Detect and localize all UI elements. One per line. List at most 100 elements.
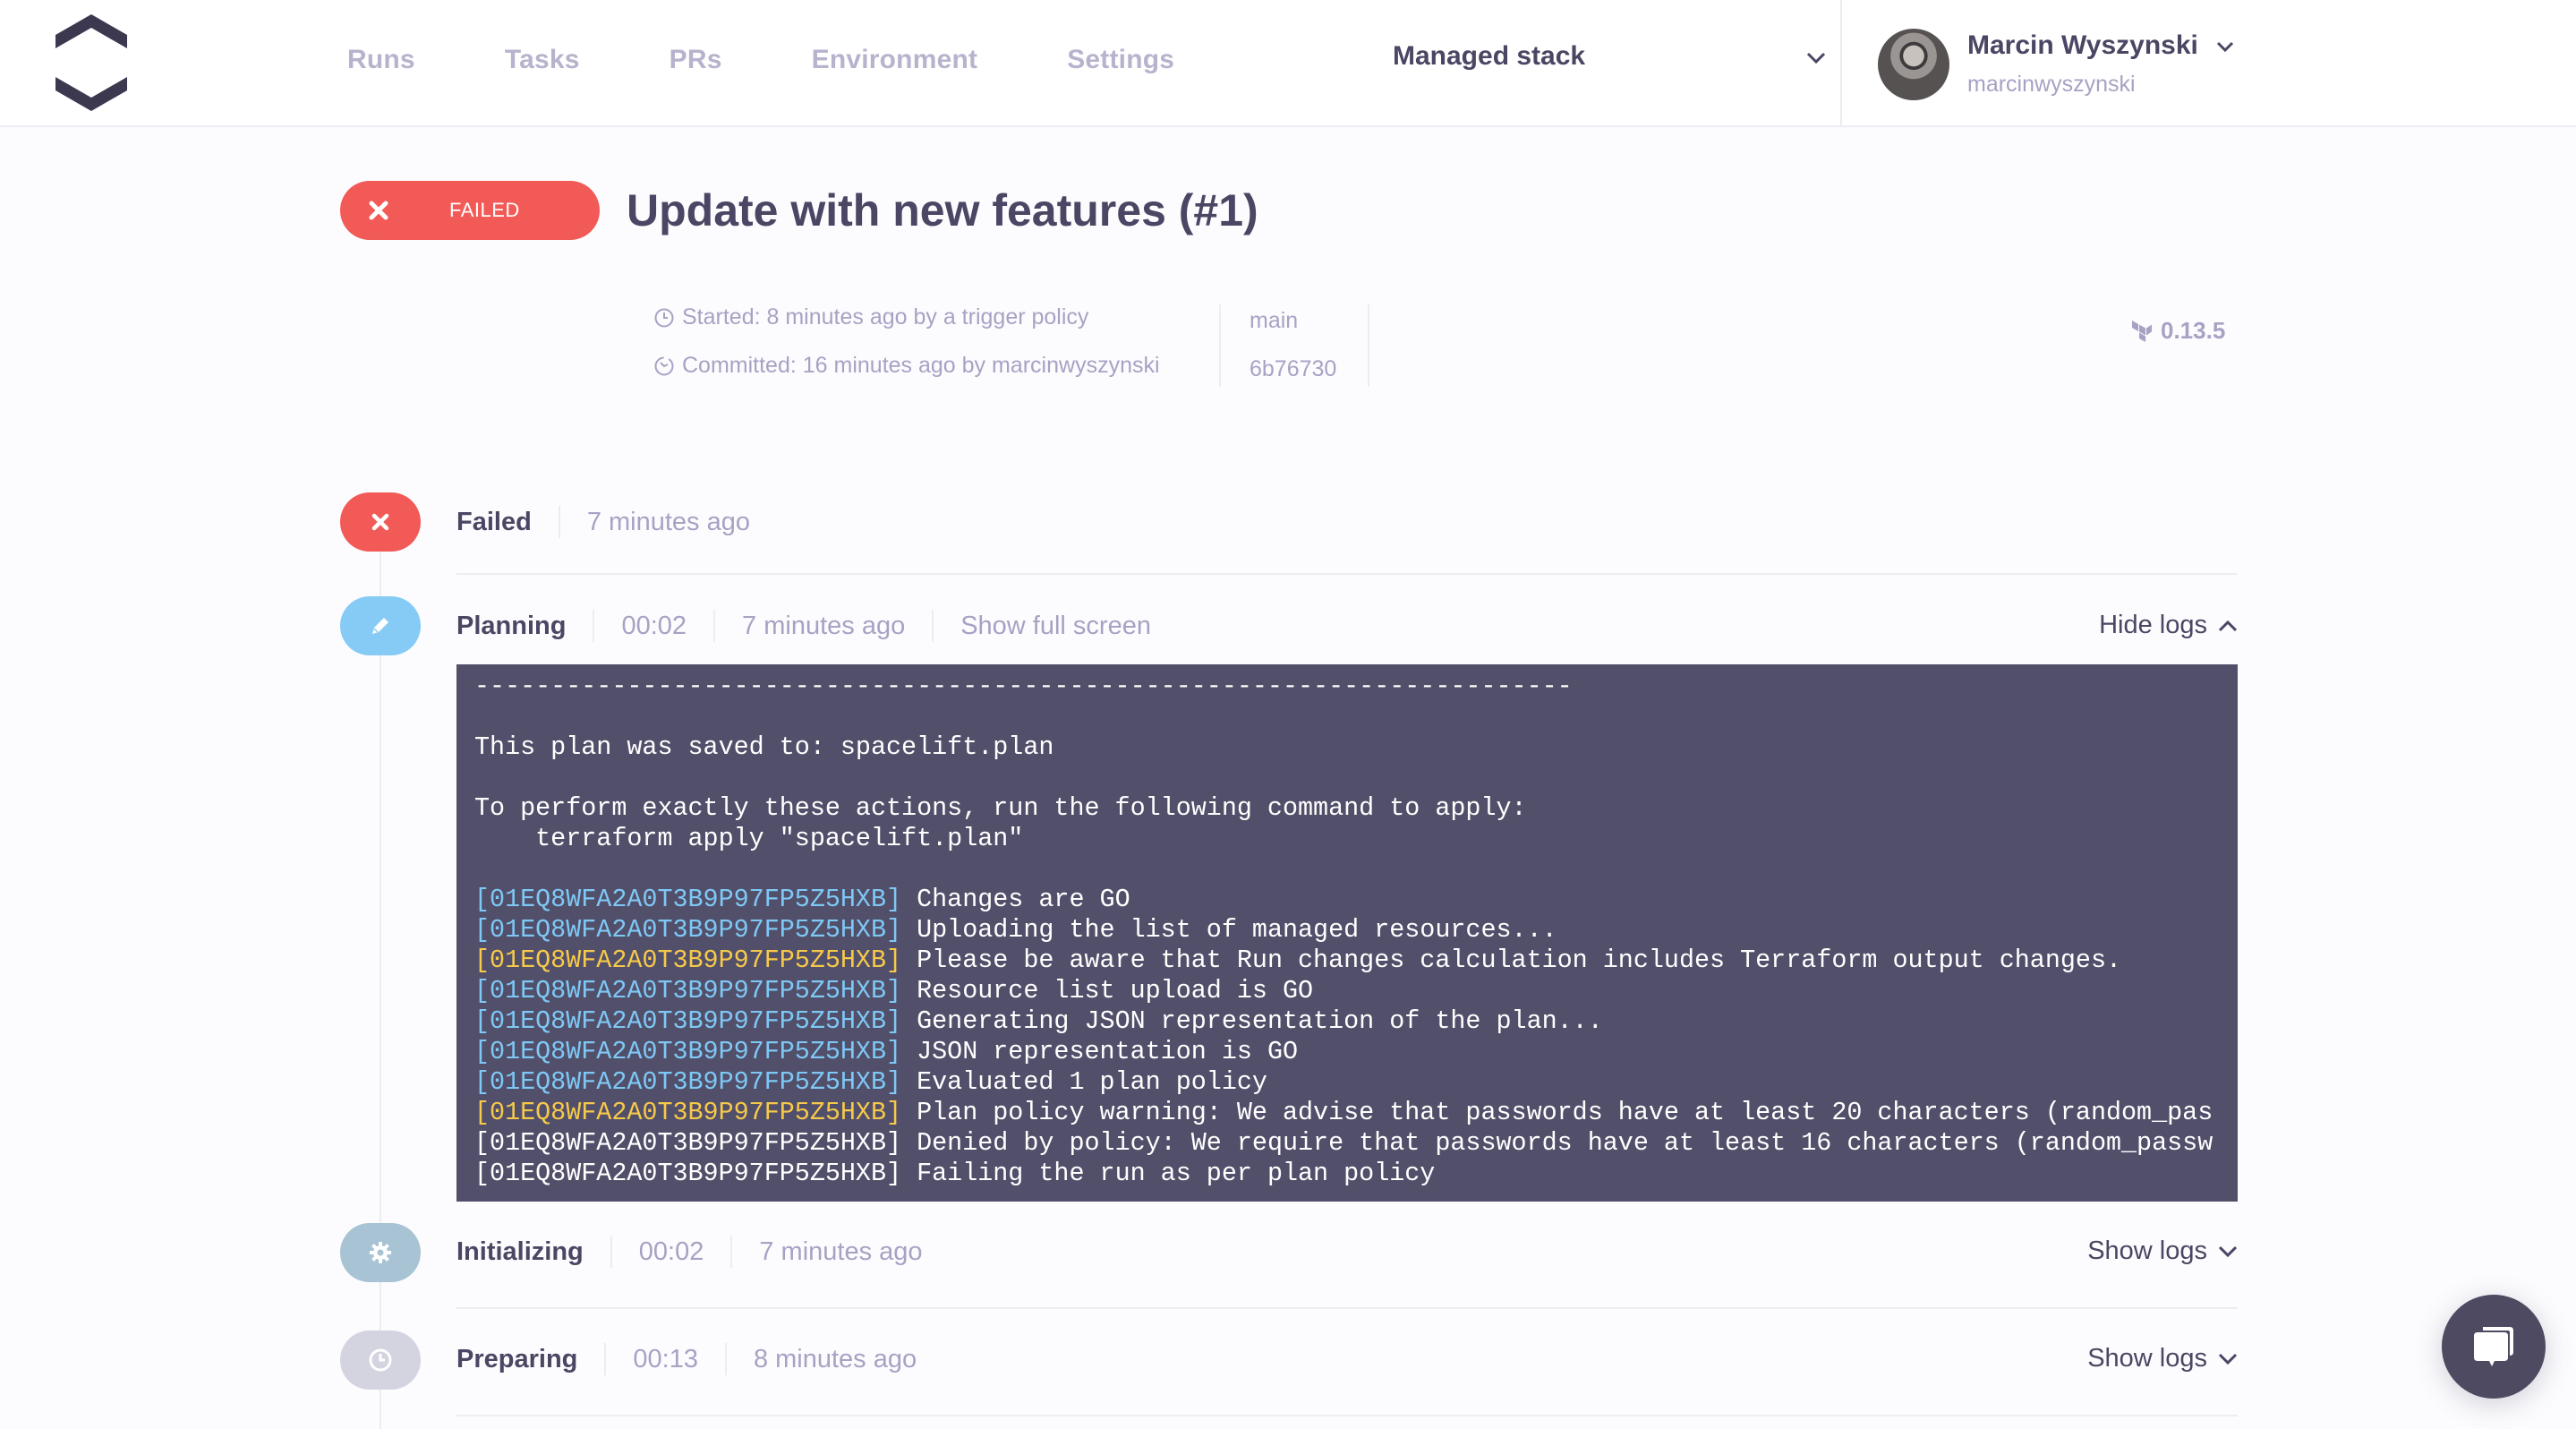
divider [724, 1343, 727, 1375]
divider [610, 1236, 612, 1268]
step-planning-icon [340, 596, 421, 655]
clock-icon [369, 1348, 392, 1372]
nav-environment[interactable]: Environment [812, 45, 978, 75]
status-text: FAILED [449, 199, 520, 221]
log-line: [01EQ8WFA2A0T3B9P97FP5Z5HXB] Evaluated 1… [474, 1067, 2220, 1098]
log-text: ----------------------------------------… [474, 672, 1573, 701]
step-duration: 00:02 [621, 611, 687, 640]
started-text: Started: 8 minutes ago by a trigger poli… [682, 304, 1089, 329]
pencil-icon [372, 618, 388, 634]
stack-select-value: Managed stack [1393, 41, 1586, 71]
terraform-version: 0.13.5 [2132, 317, 2225, 345]
log-run-id: [01EQ8WFA2A0T3B9P97FP5Z5HXB] [474, 976, 902, 1005]
close-icon [369, 201, 388, 220]
timeline-line [380, 528, 381, 1429]
show-logs-button[interactable]: Show logs [2087, 1236, 2238, 1266]
log-line: [01EQ8WFA2A0T3B9P97FP5Z5HXB] Failing the… [474, 1159, 2220, 1189]
step-initializing: Initializing 00:02 7 minutes ago [456, 1225, 923, 1279]
log-run-id: [01EQ8WFA2A0T3B9P97FP5Z5HXB] [474, 885, 902, 914]
log-run-id: [01EQ8WFA2A0T3B9P97FP5Z5HXB] [474, 1006, 902, 1036]
log-text: Denied by policy: We require that passwo… [901, 1128, 2213, 1158]
header-divider [1840, 0, 1842, 127]
hide-logs-button[interactable]: Hide logs [2099, 611, 2238, 640]
step-failed-icon [340, 492, 421, 552]
status-badge: FAILED [340, 181, 600, 240]
commit-link[interactable]: 6b76730 [1250, 356, 1336, 382]
committed-info: Committed: 16 minutes ago by marcinwyszy… [653, 353, 1160, 379]
log-line: [01EQ8WFA2A0T3B9P97FP5Z5HXB] Changes are… [474, 885, 2220, 915]
log-run-id: [01EQ8WFA2A0T3B9P97FP5Z5HXB] [474, 915, 902, 945]
step-failed: Failed 7 minutes ago [456, 495, 750, 549]
step-initializing-icon [340, 1223, 421, 1282]
log-line: [01EQ8WFA2A0T3B9P97FP5Z5HXB] Resource li… [474, 976, 2220, 1006]
divider [558, 506, 560, 538]
log-line: This plan was saved to: spacelift.plan [474, 732, 2220, 763]
step-title: Failed [456, 507, 532, 536]
log-line: ----------------------------------------… [474, 672, 2220, 702]
step-title: Planning [456, 611, 567, 640]
nav-prs[interactable]: PRs [670, 45, 722, 75]
log-line: [01EQ8WFA2A0T3B9P97FP5Z5HXB] JSON repres… [474, 1037, 2220, 1067]
log-text: Resource list upload is GO [901, 976, 1314, 1005]
log-text: Please be aware that Run changes calcula… [901, 946, 2122, 975]
show-logs-button[interactable]: Show logs [2087, 1344, 2238, 1373]
terraform-icon [2132, 320, 2152, 342]
divider [593, 610, 595, 642]
divider [932, 610, 934, 642]
user-handle: marcinwyszynski [1967, 72, 2136, 97]
log-line: [01EQ8WFA2A0T3B9P97FP5Z5HXB] Generating … [474, 1006, 2220, 1037]
close-icon [371, 513, 389, 531]
started-info: Started: 8 minutes ago by a trigger poli… [653, 304, 1088, 330]
chevron-down-icon [2216, 41, 2234, 52]
divider [456, 1307, 2238, 1309]
divider [713, 610, 716, 642]
step-time-ago: 7 minutes ago [742, 611, 906, 640]
log-text: Failing the run as per plan policy [901, 1159, 1436, 1188]
nav-runs[interactable]: Runs [347, 45, 415, 75]
chevron-down-icon [1806, 52, 1826, 64]
chevron-down-icon [2218, 1245, 2238, 1257]
log-line: terraform apply "spacelift.plan" [474, 824, 2220, 854]
clock-icon [654, 308, 674, 327]
avatar [1878, 29, 1949, 100]
chevron-down-icon [2218, 1353, 2238, 1365]
divider [456, 1415, 2238, 1416]
step-time-ago: 8 minutes ago [753, 1344, 917, 1373]
log-run-id: [01EQ8WFA2A0T3B9P97FP5Z5HXB] [474, 1159, 902, 1188]
committed-text: Committed: 16 minutes ago by marcinwyszy… [682, 353, 1160, 378]
divider [604, 1343, 607, 1375]
log-run-id: [01EQ8WFA2A0T3B9P97FP5Z5HXB] [474, 1128, 902, 1158]
logs-toggle-label: Show logs [2087, 1236, 2207, 1265]
logs-toggle-label: Show logs [2087, 1344, 2207, 1373]
step-duration: 00:02 [638, 1236, 704, 1266]
branch-link[interactable]: main [1250, 308, 1298, 334]
log-text: Uploading the list of managed resources.… [901, 915, 1557, 945]
log-text: This plan was saved to: spacelift.plan [474, 732, 1054, 762]
terraform-version-text: 0.13.5 [2161, 317, 2226, 344]
show-full-screen-link[interactable]: Show full screen [960, 612, 1151, 641]
log-output[interactable]: ----------------------------------------… [456, 664, 2238, 1202]
log-line: To perform exactly these actions, run th… [474, 793, 2220, 824]
logs-toggle-label: Hide logs [2099, 611, 2207, 639]
log-text: Plan policy warning: We advise that pass… [901, 1098, 2213, 1127]
nav-settings[interactable]: Settings [1067, 45, 1174, 75]
stack-select[interactable]: Managed stack [1393, 41, 1826, 81]
step-preparing: Preparing 00:13 8 minutes ago [456, 1332, 917, 1386]
chat-widget-button[interactable] [2442, 1295, 2546, 1399]
nav-tasks[interactable]: Tasks [505, 45, 580, 75]
log-line: [01EQ8WFA2A0T3B9P97FP5Z5HXB] Denied by p… [474, 1128, 2220, 1159]
log-run-id: [01EQ8WFA2A0T3B9P97FP5Z5HXB] [474, 1037, 902, 1066]
log-line: [01EQ8WFA2A0T3B9P97FP5Z5HXB] Plan policy… [474, 1098, 2220, 1128]
log-text: To perform exactly these actions, run th… [474, 793, 1527, 823]
spacelift-logo[interactable] [47, 13, 136, 113]
step-time-ago: 7 minutes ago [759, 1236, 923, 1266]
log-run-id: [01EQ8WFA2A0T3B9P97FP5Z5HXB] [474, 1067, 902, 1097]
log-text: Generating JSON representation of the pl… [901, 1006, 1603, 1036]
chat-icon [2474, 1327, 2513, 1366]
step-duration: 00:13 [633, 1344, 698, 1373]
meta-divider [1368, 304, 1369, 387]
log-run-id: [01EQ8WFA2A0T3B9P97FP5Z5HXB] [474, 1098, 902, 1127]
